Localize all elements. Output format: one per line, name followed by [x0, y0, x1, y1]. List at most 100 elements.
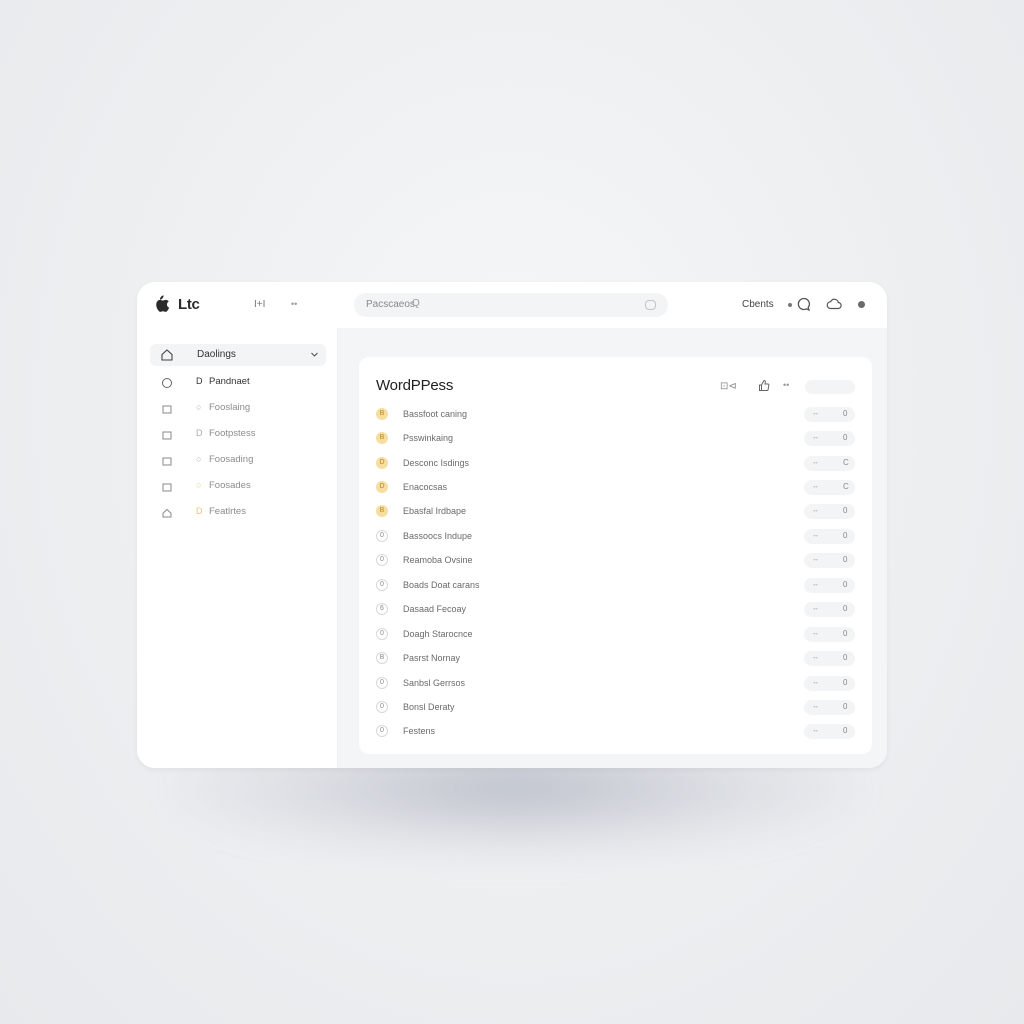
list-item[interactable]: B Bassfoot caning ↔ 0: [376, 406, 856, 424]
sidebar-item-foosading[interactable]: ○ Foosading: [159, 453, 329, 469]
swap-icon: ↔: [812, 581, 819, 588]
row-action-pill[interactable]: ↔ 0: [804, 651, 855, 666]
list-item[interactable]: 0 Sanbsl Gerrsos ↔ 0: [376, 675, 856, 693]
row-pill-value: 0: [843, 506, 848, 515]
row-pill-value: C: [843, 482, 849, 491]
row-pill-value: 0: [843, 678, 848, 687]
row-action-pill[interactable]: ↔ 0: [804, 529, 855, 544]
sidebar-item-marker: ○: [196, 454, 202, 464]
row-action-pill[interactable]: ↔ C: [804, 480, 855, 495]
row-pill-value: 0: [843, 629, 848, 638]
apple-logo-icon: [156, 295, 170, 312]
row-action-pill[interactable]: ↔ 0: [804, 431, 855, 446]
swap-icon: ↔: [812, 727, 819, 734]
list-item[interactable]: B Psswinkaing ↔ 0: [376, 430, 856, 448]
row-label: Enacocsas: [403, 482, 448, 492]
row-icon: 0: [376, 677, 388, 689]
row-icon: B: [376, 408, 388, 420]
bookmark-icon[interactable]: ⊡⊲: [720, 381, 737, 392]
swap-icon: ↔: [812, 679, 819, 686]
header-toggle-pill[interactable]: [805, 380, 855, 394]
search-input[interactable]: Pacscaeos Q: [354, 293, 668, 317]
row-label: Ebasfal Irdbape: [403, 506, 467, 516]
sidebar-item-fooslaing[interactable]: ○ Fooslaing: [159, 401, 329, 417]
app-window: Ltc I+I •• Pacscaeos Q Cbents Daolings D…: [137, 282, 887, 768]
sidebar-item-label: Foosades: [209, 480, 251, 491]
row-label: Bassoocs Indupe: [403, 531, 473, 541]
list-item[interactable]: 0 Reamoba Ovsine ↔ 0: [376, 552, 856, 570]
row-label: Bonsl Deraty: [403, 702, 455, 712]
row-action-pill[interactable]: ↔ 0: [804, 504, 855, 519]
search-icon: Q: [412, 298, 420, 309]
row-label: Sanbsl Gerrsos: [403, 678, 466, 688]
row-action-pill[interactable]: ↔ 0: [804, 407, 855, 422]
list-item[interactable]: B Pasrst Nornay ↔ 0: [376, 650, 856, 668]
swap-icon: ↔: [812, 556, 819, 563]
cloud-icon[interactable]: [826, 297, 842, 311]
list-item[interactable]: 6 Dasaad Fecoay ↔ 0: [376, 601, 856, 619]
list-item[interactable]: D Enacocsas ↔ C: [376, 479, 856, 497]
row-icon: 6: [376, 603, 388, 615]
row-action-pill[interactable]: ↔ 0: [804, 602, 855, 617]
list-item[interactable]: 0 Festens ↔ 0: [376, 723, 856, 741]
row-label: Reamoba Ovsine: [403, 555, 473, 565]
sidebar-header-item[interactable]: Daolings: [150, 344, 326, 366]
swap-icon: ↔: [812, 410, 819, 417]
list-item[interactable]: B Ebasfal Irdbape ↔ 0: [376, 503, 856, 521]
row-pill-value: C: [843, 458, 849, 467]
row-action-pill[interactable]: ↔ 0: [804, 627, 855, 642]
more-icon[interactable]: ••: [783, 380, 789, 390]
sidebar-item-featlrtes[interactable]: D Featlrtes: [159, 505, 329, 521]
row-pill-value: 0: [843, 555, 848, 564]
sidebar-item-marker: D: [196, 376, 203, 386]
row-action-pill[interactable]: ↔ 0: [804, 700, 855, 715]
row-icon: 0: [376, 579, 388, 591]
row-action-pill[interactable]: ↔ 0: [804, 724, 855, 739]
item-icon: [162, 405, 172, 414]
row-icon: D: [376, 481, 388, 493]
nav-link-1[interactable]: I+I: [254, 299, 265, 310]
row-label: Pasrst Nornay: [403, 653, 461, 663]
row-action-pill[interactable]: ↔ 0: [804, 578, 855, 593]
status-dot-icon[interactable]: [858, 301, 865, 308]
list-item[interactable]: D Desconc Isdings ↔ C: [376, 455, 856, 473]
thumbs-up-icon[interactable]: [758, 379, 770, 392]
row-icon: 0: [376, 554, 388, 566]
swap-icon: ↔: [812, 654, 819, 661]
list-item[interactable]: 0 Bonsl Deraty ↔ 0: [376, 699, 856, 717]
row-action-pill[interactable]: ↔ 0: [804, 553, 855, 568]
row-action-pill[interactable]: ↔ 0: [804, 676, 855, 691]
sidebar-item-label: Fooslaing: [209, 402, 251, 413]
row-icon: 0: [376, 725, 388, 737]
home-icon: [161, 349, 173, 361]
swap-icon: ↔: [812, 459, 819, 466]
sidebar-item-footpstess[interactable]: D Footpstess: [159, 427, 329, 443]
chevron-down-icon: [311, 352, 318, 357]
sidebar-item-foosades[interactable]: ○ Foosades: [159, 479, 329, 495]
row-icon: B: [376, 432, 388, 444]
list-item[interactable]: 0 Boads Doat carans ↔ 0: [376, 577, 856, 595]
page-title: WordPPess: [376, 377, 454, 394]
sidebar-item-pandnaet[interactable]: D Pandnaet: [159, 375, 329, 391]
card-toolbar: ⊡⊲ ••: [720, 379, 860, 395]
sidebar-header-label: Daolings: [197, 349, 236, 360]
item-icon: [162, 508, 172, 518]
search-end-icon: [645, 300, 656, 310]
indicator-dot-icon: [788, 303, 792, 307]
list-item[interactable]: 0 Bassoocs Indupe ↔ 0: [376, 528, 856, 546]
swap-icon: ↔: [812, 483, 819, 490]
swap-icon: ↔: [812, 507, 819, 514]
list-item[interactable]: 0 Doagh Starocnce ↔ 0: [376, 626, 856, 644]
item-icon: [162, 483, 172, 492]
row-label: Desconc Isdings: [403, 458, 470, 468]
row-action-pill[interactable]: ↔ C: [804, 456, 855, 471]
swap-icon: ↔: [812, 630, 819, 637]
swap-icon: ↔: [812, 434, 819, 441]
clients-link[interactable]: Cbents: [742, 299, 774, 310]
row-pill-value: 0: [843, 580, 848, 589]
row-pill-value: 0: [843, 433, 848, 442]
chat-bubble-icon[interactable]: [796, 296, 812, 312]
top-bar: Ltc I+I •• Pacscaeos Q Cbents: [137, 282, 887, 328]
nav-link-2[interactable]: ••: [291, 299, 297, 309]
row-pill-value: 0: [843, 726, 848, 735]
